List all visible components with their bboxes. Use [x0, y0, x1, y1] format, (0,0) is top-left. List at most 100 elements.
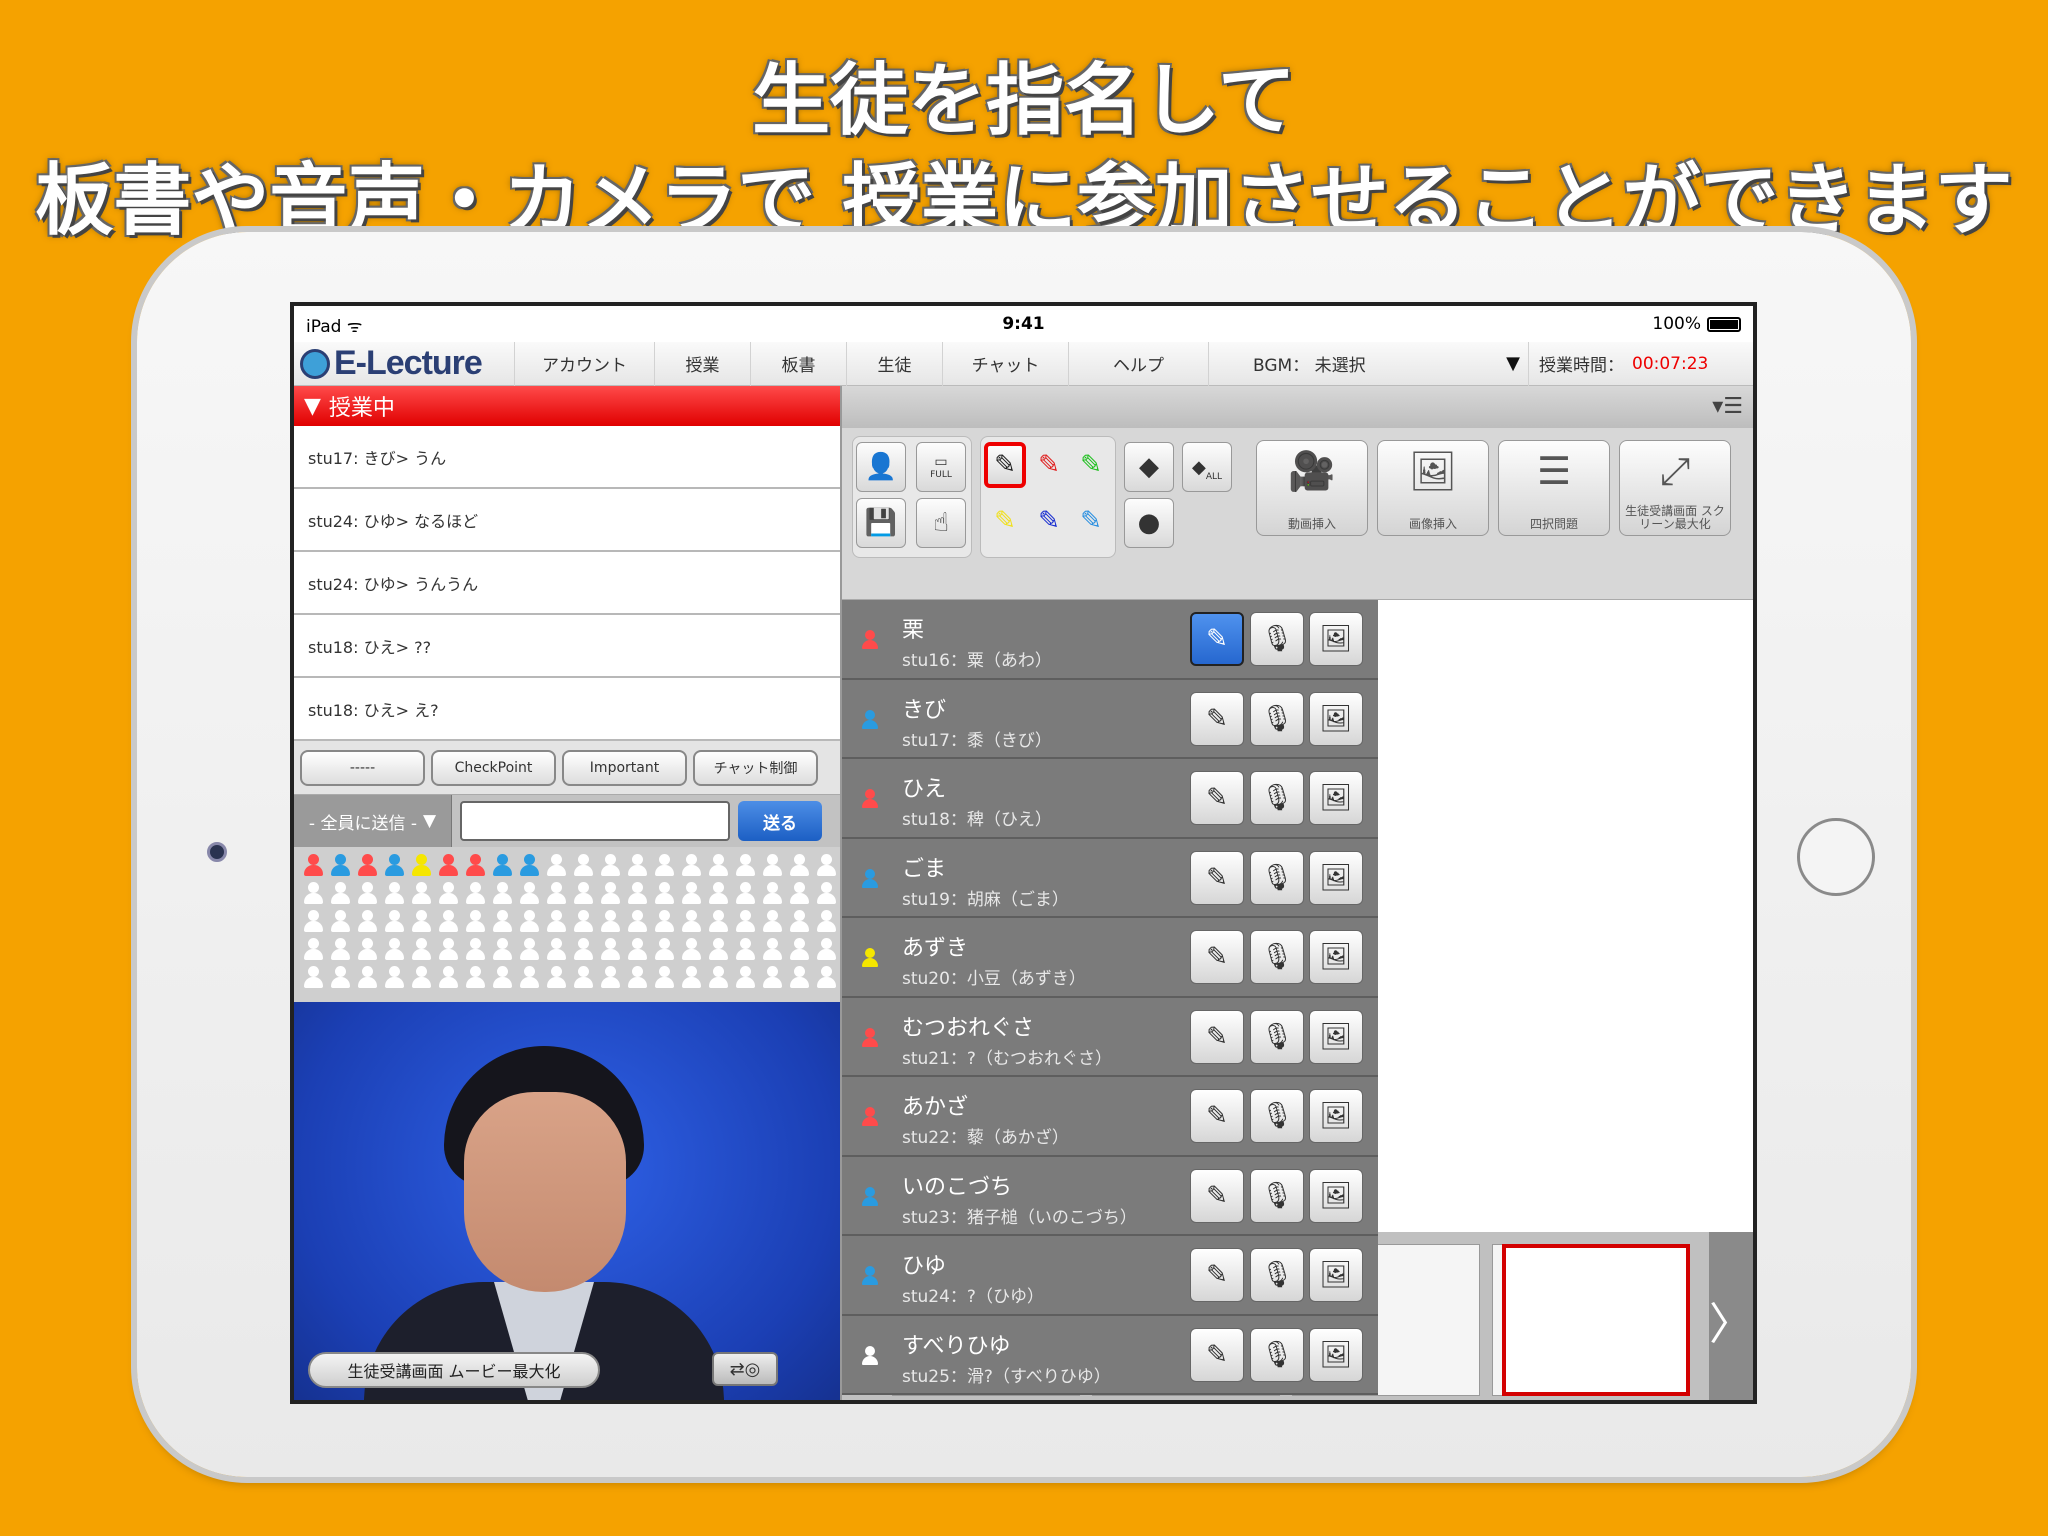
list-menu-icon[interactable]: ▾☰: [1712, 394, 1743, 419]
microphone-icon[interactable]: 🎙: [1250, 1089, 1304, 1143]
microphone-icon[interactable]: 🎙: [1250, 930, 1304, 984]
seat-grid: [294, 847, 840, 1002]
camera-image-icon[interactable]: 🖼: [1309, 1009, 1363, 1064]
camera-image-icon[interactable]: 🖼: [1309, 691, 1363, 746]
student-row[interactable]: あずき stu20：小豆（あずき） ✎ 🎙 🖼: [842, 918, 1378, 998]
pen-black-glyph: ✎: [994, 450, 1016, 480]
student-nickname: ひえ: [902, 777, 947, 802]
live-status-bar[interactable]: ▼ 授業中: [294, 386, 840, 426]
pen-yellow-icon[interactable]: ✎: [984, 498, 1026, 544]
checkpoint-button[interactable]: CheckPoint: [431, 749, 556, 786]
image-insert-button[interactable]: 🖼 画像挿入: [1377, 440, 1489, 536]
important-button[interactable]: Important: [562, 749, 687, 786]
pen-black-icon[interactable]: ✎: [984, 442, 1026, 488]
dropdown-arrow-icon: ▼: [1506, 352, 1520, 374]
student-row[interactable]: ひゆ stu24：?（ひゆ） ✎ 🎙 🖼: [842, 1236, 1378, 1316]
chat-message: stu24: ひゆ> なるほど: [294, 489, 840, 552]
pen-permission-icon[interactable]: ✎: [1190, 850, 1244, 905]
student-row[interactable]: 栗 stu16：粟（あわ） ✎ 🎙 🖼: [842, 600, 1378, 680]
chat-divider-button[interactable]: -----: [300, 749, 425, 786]
menu-help[interactable]: ヘルプ: [1068, 341, 1208, 386]
seat-icon: [732, 851, 759, 879]
microphone-icon[interactable]: 🎙: [1250, 771, 1304, 825]
video-insert-button[interactable]: 🎥 動画挿入: [1256, 440, 1368, 536]
camera-image-icon[interactable]: 🖼: [1309, 1248, 1363, 1302]
camera-image-icon[interactable]: 🖼: [1309, 771, 1363, 825]
menu-board[interactable]: 板書: [750, 341, 846, 386]
home-button[interactable]: [1797, 818, 1875, 896]
camera-switch-icon[interactable]: ⇄◎: [712, 1352, 778, 1386]
camera-image-icon[interactable]: 🖼: [1309, 1327, 1363, 1382]
seat-icon: [435, 963, 462, 991]
microphone-icon[interactable]: 🎙: [1250, 1009, 1304, 1064]
bgm-select[interactable]: BGM： 未選択 ▼: [1208, 341, 1528, 386]
student-row[interactable]: すべりひゆ stu25：滑?（すべりひゆ） ✎ 🎙 🖼: [842, 1315, 1378, 1395]
student-row[interactable]: いのこづち stu23：猪子槌（いのこづち） ✎ 🎙 🖼: [842, 1156, 1378, 1236]
camera-image-icon[interactable]: 🖼: [1309, 1168, 1363, 1223]
erase-all-icon[interactable]: ◆ ALL: [1182, 442, 1232, 492]
camera-image-icon[interactable]: 🖼: [1309, 930, 1363, 984]
pen-red-icon[interactable]: ✎: [1028, 442, 1070, 488]
seat-icon: [516, 851, 543, 879]
microphone-icon[interactable]: 🎙: [1250, 850, 1304, 905]
seat-icon: [381, 907, 408, 935]
seat-icon: [651, 907, 678, 935]
seat-icon: [327, 879, 354, 907]
pen-permission-icon[interactable]: ✎: [1190, 930, 1244, 984]
student-row[interactable]: あかざ stu22：藜（あかざ） ✎ 🎙 🖼: [842, 1077, 1378, 1157]
microphone-icon[interactable]: 🎙: [1250, 691, 1304, 746]
full-screen-icon[interactable]: ▭ FULL: [916, 442, 966, 492]
save-icon[interactable]: 💾: [856, 498, 906, 548]
chat-control-button[interactable]: チャット制御: [693, 749, 818, 786]
student-id: stu20：小豆（あずき）: [902, 969, 1086, 989]
microphone-icon[interactable]: 🎙: [1250, 612, 1304, 666]
seat-icon: [786, 879, 813, 907]
menu-lesson[interactable]: 授業: [654, 341, 750, 386]
pen-lightblue-icon[interactable]: ✎: [1070, 498, 1112, 544]
pen-permission-icon[interactable]: ✎: [1190, 771, 1244, 825]
student-user-icon[interactable]: 👤: [856, 442, 906, 492]
microphone-icon[interactable]: 🎙: [1250, 1168, 1304, 1223]
pen-permission-icon[interactable]: ✎: [1190, 1009, 1244, 1064]
pen-permission-icon[interactable]: ✎: [1190, 1327, 1244, 1382]
microphone-icon[interactable]: 🎙: [1250, 1327, 1304, 1382]
menu-students[interactable]: 生徒: [846, 341, 942, 386]
pen-permission-icon[interactable]: ✎: [1190, 1089, 1244, 1143]
teacher-video[interactable]: 生徒受講画面 ムービー最大化 ⇄◎: [294, 1002, 840, 1400]
quiz-button[interactable]: ☰ 四択問題: [1498, 440, 1610, 536]
pen-blue-icon[interactable]: ✎: [1028, 498, 1070, 544]
next-slide-chevron-icon[interactable]: 〉: [1709, 1232, 1753, 1400]
pen-green-glyph: ✎: [1080, 450, 1102, 480]
pen-green-icon[interactable]: ✎: [1070, 442, 1112, 488]
microphone-icon[interactable]: 🎙: [1250, 1248, 1304, 1302]
send-button[interactable]: 送る: [738, 801, 822, 841]
collapse-triangle-icon: ▼: [304, 393, 321, 419]
student-row[interactable]: ひえ stu18：稗（ひえ） ✎ 🎙 🖼: [842, 759, 1378, 839]
send-target-select[interactable]: - 全員に送信 - ▼: [294, 795, 452, 847]
seat-icon: [354, 851, 381, 879]
pen-permission-icon[interactable]: ✎: [1190, 612, 1244, 666]
screen-maximize-button[interactable]: ⤢ 生徒受講画面 スクリーン最大化: [1619, 440, 1731, 536]
student-row[interactable]: ごま stu19：胡麻（ごま） ✎ 🎙 🖼: [842, 838, 1378, 918]
slide-thumbnail-current[interactable]: [1502, 1244, 1690, 1396]
camera-image-icon[interactable]: 🖼: [1309, 1089, 1363, 1143]
student-row[interactable]: むつおれぐさ stu21：?（むつおれぐさ） ✎ 🎙 🖼: [842, 997, 1378, 1077]
movie-maximize-button[interactable]: 生徒受講画面 ムービー最大化: [308, 1352, 600, 1388]
pen-permission-icon[interactable]: ✎: [1190, 1248, 1244, 1302]
menu-chat[interactable]: チャット: [942, 341, 1068, 386]
student-row[interactable]: きび stu17：黍（きび） ✎ 🎙 🖼: [842, 679, 1378, 759]
pen-permission-icon[interactable]: ✎: [1190, 1168, 1244, 1223]
camera-image-icon[interactable]: 🖼: [1309, 612, 1363, 666]
camera-image-icon[interactable]: 🖼: [1309, 850, 1363, 905]
seat-icon: [624, 963, 651, 991]
student-id: stu17：黍（きび）: [902, 730, 1052, 751]
pen-permission-icon[interactable]: ✎: [1190, 691, 1244, 746]
seat-icon: [570, 907, 597, 935]
eraser-icon[interactable]: ◆: [1124, 442, 1174, 492]
hand-pointer-icon[interactable]: ☝: [916, 498, 966, 548]
student-id: stu25：滑?（すべりひゆ）: [902, 1366, 1111, 1387]
seat-icon: [678, 879, 705, 907]
menu-account[interactable]: アカウント: [514, 341, 654, 386]
chat-input[interactable]: [460, 801, 730, 841]
pointer-dot-icon[interactable]: ●: [1124, 498, 1174, 548]
